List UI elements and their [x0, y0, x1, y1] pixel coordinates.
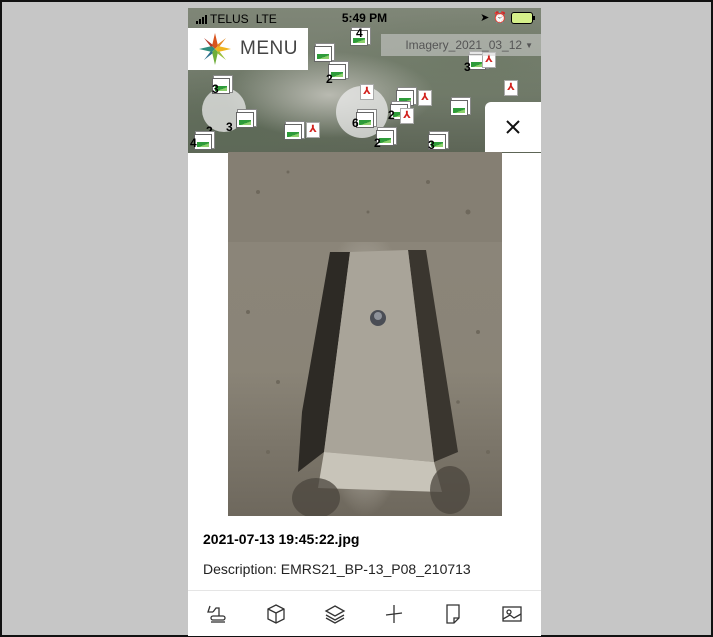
3d-view-tool-button[interactable] [262, 600, 290, 628]
photo-description: Description: EMRS21_BP-13_P08_210713 [203, 561, 471, 577]
excavator-tool-button[interactable] [203, 600, 231, 628]
imagery-layer-select[interactable]: Imagery_2021_03_12 ▼ [381, 34, 541, 56]
bottom-toolbar [188, 590, 541, 636]
menu-label: MENU [240, 38, 298, 59]
cluster-count: 3 [226, 120, 233, 134]
pdf-marker[interactable]: ⅄ [400, 108, 414, 124]
battery-icon [511, 11, 535, 24]
screenshot-frame: 4 2 3 3 ⅄ ⅄ ⅄ ⅄ 2 ⅄ 6 3 ⅄ 2 2 4 3 TELUS … [0, 0, 713, 637]
alarm-icon: ⏰ [493, 12, 507, 24]
menu-button[interactable]: MENU [188, 28, 308, 70]
location-arrow-icon: ➤ [480, 12, 490, 24]
imagery-layer-value: Imagery_2021_03_12 [405, 38, 523, 52]
cube-icon [267, 604, 285, 624]
cluster-count: 2 [388, 108, 395, 122]
cluster-count: 3 [212, 82, 219, 96]
measure-icon [385, 605, 402, 623]
pdf-marker[interactable]: ⅄ [360, 84, 374, 100]
compass-logo-icon [199, 33, 231, 65]
cluster-count: 3 [428, 138, 435, 152]
image-icon [501, 606, 522, 622]
pdf-marker[interactable]: ⅄ [504, 80, 518, 96]
chevron-down-icon: ▼ [525, 40, 533, 50]
trench-photo-image [228, 152, 502, 516]
status-bar: TELUS LTE 5:49 PM ➤ ⏰ [188, 8, 541, 28]
photo-marker[interactable] [284, 124, 302, 140]
cluster-count: 4 [190, 136, 197, 150]
cluster-count: 2 [326, 72, 333, 86]
excavator-icon [207, 605, 227, 623]
photo-filename: 2021-07-13 19:45:22.jpg [203, 531, 360, 547]
photo-marker[interactable] [236, 112, 254, 128]
cluster-count: 4 [356, 26, 363, 40]
layers-icon [324, 605, 346, 624]
pdf-marker[interactable]: ⅄ [306, 122, 320, 138]
document-tool-button[interactable] [439, 600, 467, 628]
measure-tool-button[interactable] [380, 600, 408, 628]
cluster-count: 6 [352, 116, 359, 130]
site-photo[interactable] [228, 152, 502, 516]
phone-screen: 4 2 3 3 ⅄ ⅄ ⅄ ⅄ 2 ⅄ 6 3 ⅄ 2 2 4 3 TELUS … [188, 8, 541, 636]
close-button[interactable] [485, 102, 541, 152]
layers-tool-button[interactable] [321, 600, 349, 628]
document-icon [446, 604, 460, 624]
cluster-count: 3 [464, 60, 471, 74]
photo-marker[interactable] [314, 46, 332, 62]
close-icon [506, 120, 520, 134]
photo-tool-button[interactable] [498, 600, 526, 628]
pdf-marker[interactable]: ⅄ [418, 90, 432, 106]
cluster-count: 2 [374, 136, 381, 150]
photo-marker[interactable] [450, 100, 468, 116]
